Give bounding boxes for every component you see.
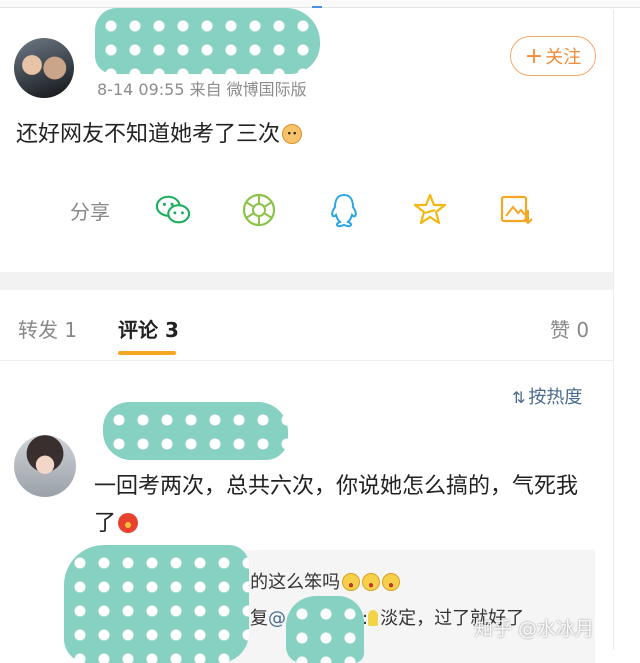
mention-redaction [286,596,364,663]
toolbar-indicator [312,6,322,8]
crying-face-icon [382,573,401,591]
reply-2-mention[interactable]: @ [268,608,286,629]
follow-button[interactable]: + 关注 [510,36,596,76]
follow-label: 关注 [545,47,582,68]
sort-by-hot-button[interactable]: ⇅ 按热度 [512,383,582,409]
post-body: 还好网友不知道她考了三次 [16,122,281,147]
active-tab-indicator [118,351,176,355]
tabs-divider [0,360,613,361]
moments-icon[interactable] [241,192,277,228]
crying-face-icon [362,573,381,591]
top-toolbar-strip [0,0,640,8]
watermark: 知乎 @水冰月 [474,618,595,640]
cat-face-emoji-icon [282,124,303,144]
share-label: 分享 [70,200,110,224]
section-gap [0,272,613,290]
save-image-icon[interactable] [498,192,534,228]
bulb-emoji-icon [368,610,379,626]
wechat-icon[interactable] [155,192,191,228]
red-packet-emoji-icon [118,513,139,533]
tab-repost[interactable]: 转发 1 [18,314,77,343]
post-meta: 8-14 09:55 来自 微博国际版 [97,80,307,99]
sort-label: 按热度 [528,387,583,408]
reply-names-redaction [64,545,249,663]
tab-likes[interactable]: 赞 0 [550,314,589,343]
sort-icon: ⇅ [512,388,526,407]
plus-icon: + [524,43,544,69]
username-redaction [95,8,320,74]
commenter-name-redaction [103,402,288,460]
page-edge-divider [613,10,614,650]
crying-face-icon [342,573,361,591]
post-text: 还好网友不知道她考了三次 [16,116,303,148]
comment-body: 一回考两次，总共六次，你说她怎么搞的，气死我了 [94,474,579,536]
commenter-avatar[interactable] [14,435,76,497]
comment-text: 一回考两次，总共六次，你说她怎么搞的，气死我了 [94,468,594,542]
tab-comments[interactable]: 评论 3 [118,314,179,343]
qq-icon[interactable] [326,192,362,228]
poster-avatar[interactable] [14,38,74,98]
qzone-star-icon[interactable] [412,192,448,228]
